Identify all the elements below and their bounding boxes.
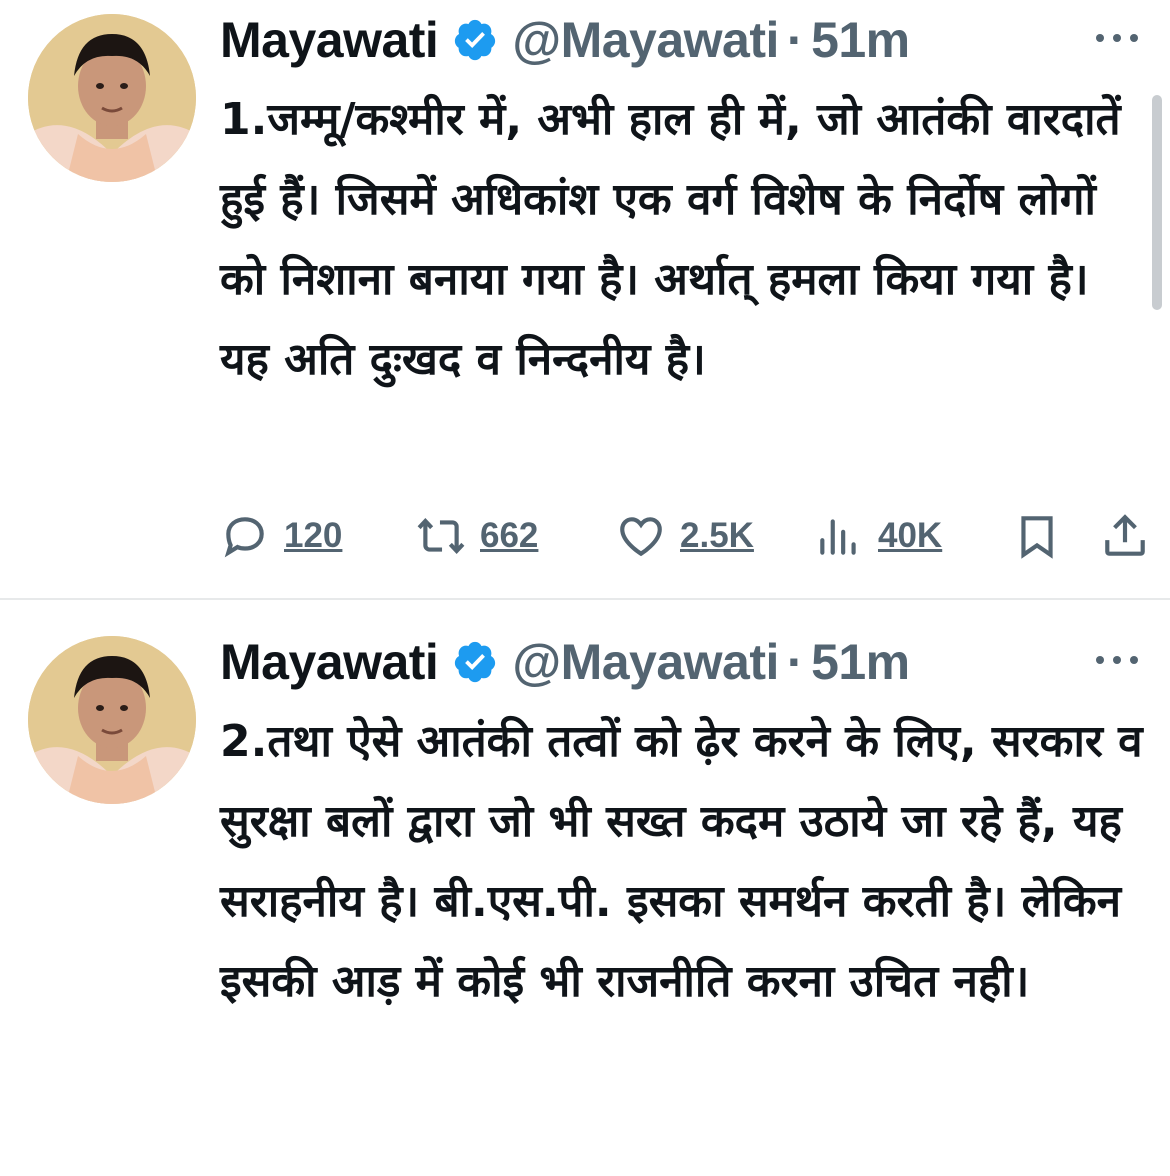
author-handle[interactable]: @Mayawati: [512, 11, 779, 69]
repost-button[interactable]: 662: [416, 508, 538, 564]
separator-dot: ·: [786, 12, 804, 68]
author-name[interactable]: Mayawati: [220, 11, 439, 69]
tweet[interactable]: Mayawati @Mayawati · 51m 1.जम्मू/कश्मीर …: [0, 0, 1170, 598]
tweet-text: 2.तथा ऐसे आतंकी तत्वों को ढ़ेर करने के ल…: [220, 716, 1143, 1007]
views-icon: [820, 519, 856, 555]
scrollbar[interactable]: [1152, 95, 1162, 310]
tweet-time[interactable]: 51m: [811, 11, 910, 69]
verified-badge-icon: [455, 19, 496, 61]
share-button[interactable]: [1100, 508, 1150, 564]
reply-icon: [224, 517, 264, 558]
tweet[interactable]: Mayawati @Mayawati · 51m 2.तथा ऐसे आतंकी…: [0, 600, 1170, 1176]
action-bar: 120 662 2.5K 40K: [220, 508, 1150, 564]
reply-count: 120: [284, 516, 343, 555]
like-button[interactable]: 2.5K: [616, 508, 754, 564]
more-options-icon[interactable]: [1092, 28, 1142, 48]
avatar[interactable]: [28, 636, 196, 804]
bookmark-icon: [1021, 516, 1053, 559]
repost-count: 662: [480, 516, 539, 555]
author-name[interactable]: Mayawati: [220, 633, 439, 691]
heart-icon: [620, 517, 662, 557]
reply-button[interactable]: 120: [220, 508, 342, 564]
tweet-header: Mayawati @Mayawati · 51m: [220, 630, 910, 694]
repost-icon: [417, 517, 465, 555]
tweet-time[interactable]: 51m: [811, 633, 910, 691]
bookmark-button[interactable]: [1012, 508, 1062, 564]
tweet-header: Mayawati @Mayawati · 51m: [220, 8, 910, 72]
share-icon: [1105, 514, 1145, 556]
author-handle[interactable]: @Mayawati: [512, 633, 779, 691]
separator-dot: ·: [786, 634, 804, 690]
avatar[interactable]: [28, 14, 196, 182]
like-count: 2.5K: [680, 516, 754, 555]
views-button[interactable]: 40K: [814, 508, 942, 564]
more-options-icon[interactable]: [1092, 650, 1142, 670]
tweet-text: 1.जम्मू/कश्मीर में, अभी हाल ही में, जो आ…: [220, 94, 1121, 385]
verified-badge-icon: [455, 641, 496, 683]
views-count: 40K: [878, 516, 943, 555]
